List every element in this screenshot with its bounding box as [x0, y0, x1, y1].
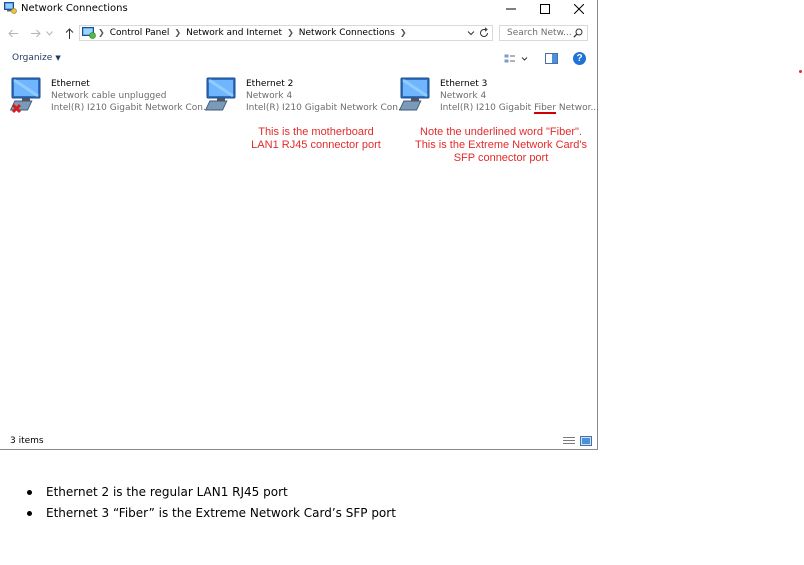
connection-device: Intel(R) I210 Gigabit Network Con... — [51, 103, 212, 113]
annotation-line: This is the Extreme Network Card's — [414, 139, 588, 151]
connection-ethernet-2-text: Ethernet 2 Network 4 Intel(R) I210 Gigab… — [246, 78, 407, 114]
command-bar: Organize ▼ ? — [0, 48, 597, 69]
status-bar: 3 items — [0, 433, 597, 449]
connection-status: Network 4 — [440, 91, 487, 101]
bullet-text: Ethernet 3 “Fiber” is the Extreme Networ… — [46, 506, 396, 520]
device-suffix: Networ... — [556, 103, 600, 113]
up-button[interactable] — [62, 26, 76, 40]
back-button[interactable] — [6, 26, 20, 40]
chevron-down-icon — [45, 30, 53, 36]
connection-ethernet-3[interactable]: Ethernet 3 Network 4 Intel(R) I210 Gigab… — [399, 77, 599, 117]
connection-ethernet[interactable]: Ethernet Network cable unplugged Intel(R… — [10, 77, 212, 117]
connection-device: Intel(R) I210 Gigabit Network Con... — [246, 103, 407, 113]
breadcrumb-control-panel[interactable]: Control Panel — [110, 28, 170, 38]
address-dropdown-icon[interactable] — [466, 28, 476, 38]
connection-ethernet-2[interactable]: Ethernet 2 Network 4 Intel(R) I210 Gigab… — [205, 77, 407, 117]
ethernet-connected-icon — [399, 77, 430, 111]
refresh-icon[interactable] — [478, 27, 490, 39]
connection-name: Ethernet 2 — [246, 79, 294, 89]
change-view-button[interactable] — [504, 53, 528, 65]
close-icon — [574, 4, 584, 14]
connection-status: Network 4 — [246, 91, 293, 101]
connection-ethernet-text: Ethernet Network cable unplugged Intel(R… — [51, 78, 212, 114]
search-placeholder: Search Netw... — [507, 28, 572, 38]
red-dot-marker — [799, 70, 802, 73]
address-bar[interactable]: ❯ Control Panel ❯ Network and Internet ❯ Netw… — [79, 25, 493, 41]
annotation-line: SFP connector port — [453, 152, 549, 164]
large-icons-view-icon[interactable] — [580, 436, 592, 446]
title-bar[interactable]: Network Connections — [0, 0, 597, 18]
ethernet-disconnected-icon — [10, 77, 41, 114]
preview-pane-button[interactable] — [545, 53, 558, 64]
network-connections-app-icon — [4, 2, 17, 14]
search-input[interactable]: Search Netw... — [499, 25, 588, 41]
ethernet-connected-icon — [205, 77, 236, 111]
device-prefix: Intel(R) I210 Gigabit — [440, 103, 535, 113]
minimize-button[interactable] — [494, 0, 528, 18]
cropped-caption-remnant — [272, 450, 432, 453]
annotation-motherboard-port: This is the motherboard LAN1 RJ45 connec… — [236, 126, 396, 152]
annotation-line: Note the underlined word "Fiber". — [420, 126, 582, 138]
connection-name: Ethernet 3 — [440, 79, 488, 89]
minimize-icon — [506, 8, 516, 10]
connection-name: Ethernet — [51, 79, 90, 89]
details-view-icon[interactable] — [563, 436, 575, 446]
bullet-dot-icon — [27, 511, 32, 516]
annotation-fiber-sfp-port: Note the underlined word "Fiber". This i… — [404, 126, 598, 165]
connection-status: Network cable unplugged — [51, 91, 167, 101]
close-button[interactable] — [562, 0, 596, 18]
bullet-dot-icon — [27, 490, 32, 495]
forward-arrow-icon — [30, 29, 41, 37]
breadcrumb-network-connections[interactable]: Network Connections — [299, 28, 395, 38]
fiber-underlined-word: Fiber — [534, 103, 557, 113]
help-button[interactable]: ? — [573, 52, 586, 65]
breadcrumb-network-and-internet[interactable]: Network and Internet — [186, 28, 282, 38]
connection-ethernet-3-text: Ethernet 3 Network 4 Intel(R) I210 Gigab… — [440, 78, 599, 114]
annotation-line: LAN1 RJ45 connector port — [251, 139, 381, 151]
control-panel-icon — [82, 27, 96, 39]
organize-label: Organize — [12, 53, 53, 63]
back-arrow-icon — [7, 29, 18, 37]
search-icon — [573, 28, 583, 38]
annotation-line: This is the motherboard — [258, 126, 374, 138]
items-count: 3 items — [10, 436, 44, 446]
organize-button[interactable]: Organize ▼ — [12, 53, 61, 63]
bullet-text: Ethernet 2 is the regular LAN1 RJ45 port — [46, 485, 288, 499]
forward-button[interactable] — [28, 26, 42, 40]
up-arrow-icon — [65, 27, 73, 39]
connection-device: Intel(R) I210 Gigabit Fiber Networ... — [440, 102, 599, 114]
maximize-icon — [540, 4, 550, 14]
window-title: Network Connections — [21, 3, 128, 14]
recent-locations-button[interactable] — [45, 26, 53, 40]
maximize-button[interactable] — [528, 0, 562, 18]
organize-caret-icon: ▼ — [55, 54, 61, 62]
network-connections-window: Network Connections ❯ Control Panel ❯ Ne… — [0, 0, 599, 450]
breadcrumb: ❯ Control Panel ❯ Network and Internet ❯ Netw… — [98, 28, 407, 38]
